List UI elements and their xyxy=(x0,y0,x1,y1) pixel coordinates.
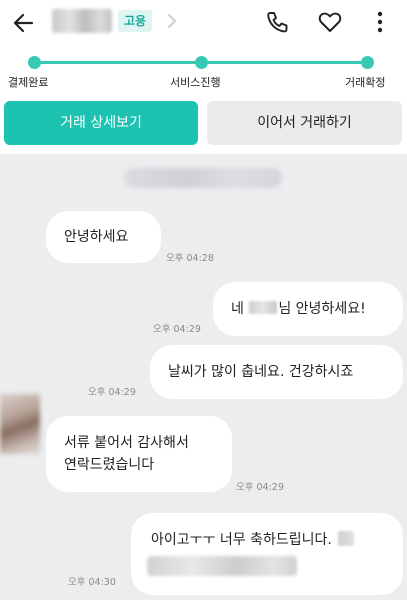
back-arrow-icon xyxy=(13,13,34,33)
message-text: 아이고ㅜㅜ 너무 축하드립니다. xyxy=(151,532,332,548)
redacted-text-line xyxy=(147,556,297,576)
message-bubble-received: 서류 붙어서 감사해서 연락드렸습니다 xyxy=(46,416,232,492)
message-time: 오후 04:30 xyxy=(68,577,116,588)
step-dot-service xyxy=(195,56,208,69)
continue-deal-button[interactable]: 이어서 거래하기 xyxy=(207,101,402,145)
step-label-service: 서비스진행 xyxy=(170,76,221,89)
message-time: 오후 04:28 xyxy=(166,253,214,264)
message-text-after: 님 안녕하세요! xyxy=(278,301,366,317)
chevron-right-icon xyxy=(168,14,176,28)
step-dot-payment xyxy=(28,56,41,69)
date-divider-redacted xyxy=(124,168,282,188)
call-button[interactable] xyxy=(263,8,291,36)
message-bubble-sent: 아이고ㅜㅜ 너무 축하드립니다. xyxy=(131,513,403,595)
message-text: 안녕하세요 xyxy=(64,229,129,245)
message-time: 오후 04:29 xyxy=(153,324,201,335)
message-text-line2: 연락드렸습니다 xyxy=(64,457,155,473)
favorite-button[interactable] xyxy=(316,8,344,36)
avatar[interactable] xyxy=(0,394,40,454)
message-bubble-sent: 네 님 안녕하세요! xyxy=(213,282,403,336)
phone-icon xyxy=(267,12,288,33)
transaction-progress: 결제완료 서비스진행 거래확정 xyxy=(0,46,407,96)
more-vertical-icon xyxy=(377,11,383,33)
step-label-confirm: 거래확정 xyxy=(345,76,386,89)
message-time: 오후 04:29 xyxy=(88,387,136,398)
chat-header: 고용 xyxy=(0,0,407,46)
message-text-line1: 서류 붙어서 감사해서 xyxy=(64,435,189,451)
partner-name-redacted[interactable] xyxy=(52,9,112,33)
message-bubble-sent: 날씨가 많이 춥네요. 건강하시죠 xyxy=(150,345,403,399)
view-deal-details-button[interactable]: 거래 상세보기 xyxy=(4,101,198,145)
heart-icon xyxy=(318,12,342,32)
message-text: 날씨가 많이 춥네요. 건강하시죠 xyxy=(168,364,354,380)
category-tag: 고용 xyxy=(118,10,153,32)
redacted-text xyxy=(337,531,354,546)
back-button[interactable] xyxy=(10,9,38,37)
profile-chevron[interactable] xyxy=(164,11,180,31)
more-options-button[interactable] xyxy=(366,8,394,36)
step-dot-confirm xyxy=(361,56,374,69)
message-bubble-received: 안녕하세요 xyxy=(46,211,161,263)
message-time: 오후 04:29 xyxy=(236,482,284,493)
redacted-name xyxy=(249,301,278,314)
chat-area[interactable]: 안녕하세요 오후 04:28 네 님 안녕하세요! 오후 04:29 날씨가 많… xyxy=(0,154,407,600)
message-text-before: 네 xyxy=(231,301,244,317)
step-label-payment: 결제완료 xyxy=(8,76,49,89)
